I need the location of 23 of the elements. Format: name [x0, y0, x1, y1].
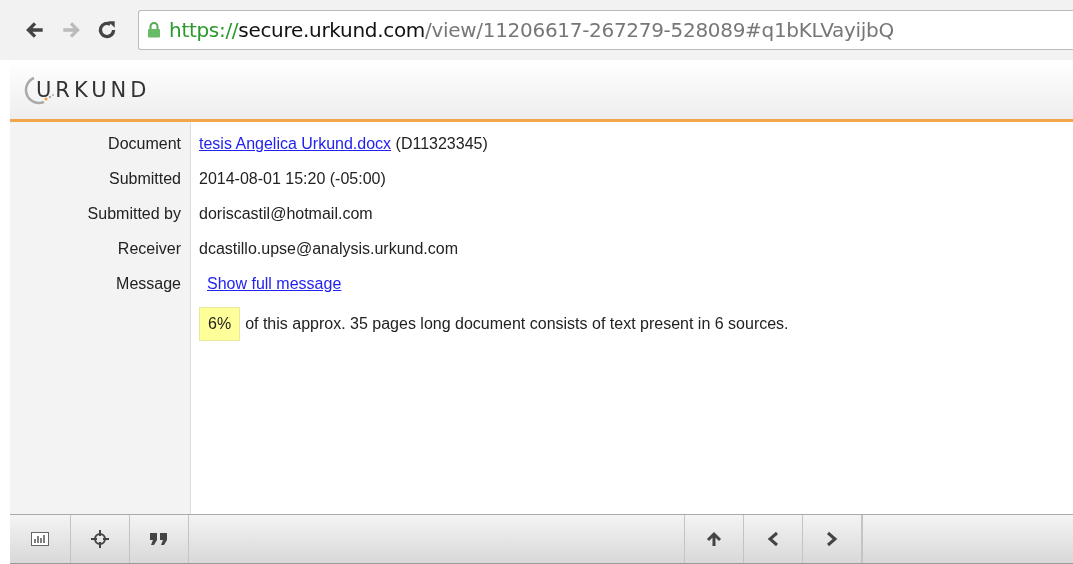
field-label: Submitted by: [86, 204, 182, 224]
chevron-right-icon: [826, 531, 838, 547]
field-label: Message: [115, 274, 182, 294]
field-label: Submitted: [107, 169, 182, 189]
reload-icon[interactable]: [96, 19, 118, 41]
url-text: https://secure.urkund.com/view/11206617-267279-528089#q1bKLVayijbQ: [169, 18, 894, 42]
field-label: Document: [107, 134, 182, 154]
summary-text: of this approx. 35 pages long document consists of text present in 6 sources.: [245, 314, 789, 334]
quote-icon: [149, 532, 169, 546]
percent-badge: 6%: [199, 307, 241, 341]
field-value: doriscastil@hotmail.com: [199, 205, 373, 222]
logo-text: URKUND: [36, 77, 151, 102]
field-value: 2014-08-01 15:20 (-05:00): [199, 170, 386, 187]
bar-chart-icon: [31, 532, 49, 546]
document-link[interactable]: tesis Angelica Urkund.docx: [199, 135, 392, 152]
chevron-left-icon: [767, 531, 779, 547]
up-arrow-icon: [706, 531, 722, 547]
field-value: dcastillo.upse@analysis.urkund.com: [199, 240, 459, 257]
crosshair-icon: [91, 530, 109, 548]
document-id: (D11323345): [394, 135, 488, 152]
show-message-link[interactable]: Show full message: [207, 275, 342, 292]
field-label: Receiver: [116, 239, 182, 259]
address-bar[interactable]: https://secure.urkund.com/view/11206617-267279-528089#q1bKLVayijbQ: [138, 10, 1073, 50]
